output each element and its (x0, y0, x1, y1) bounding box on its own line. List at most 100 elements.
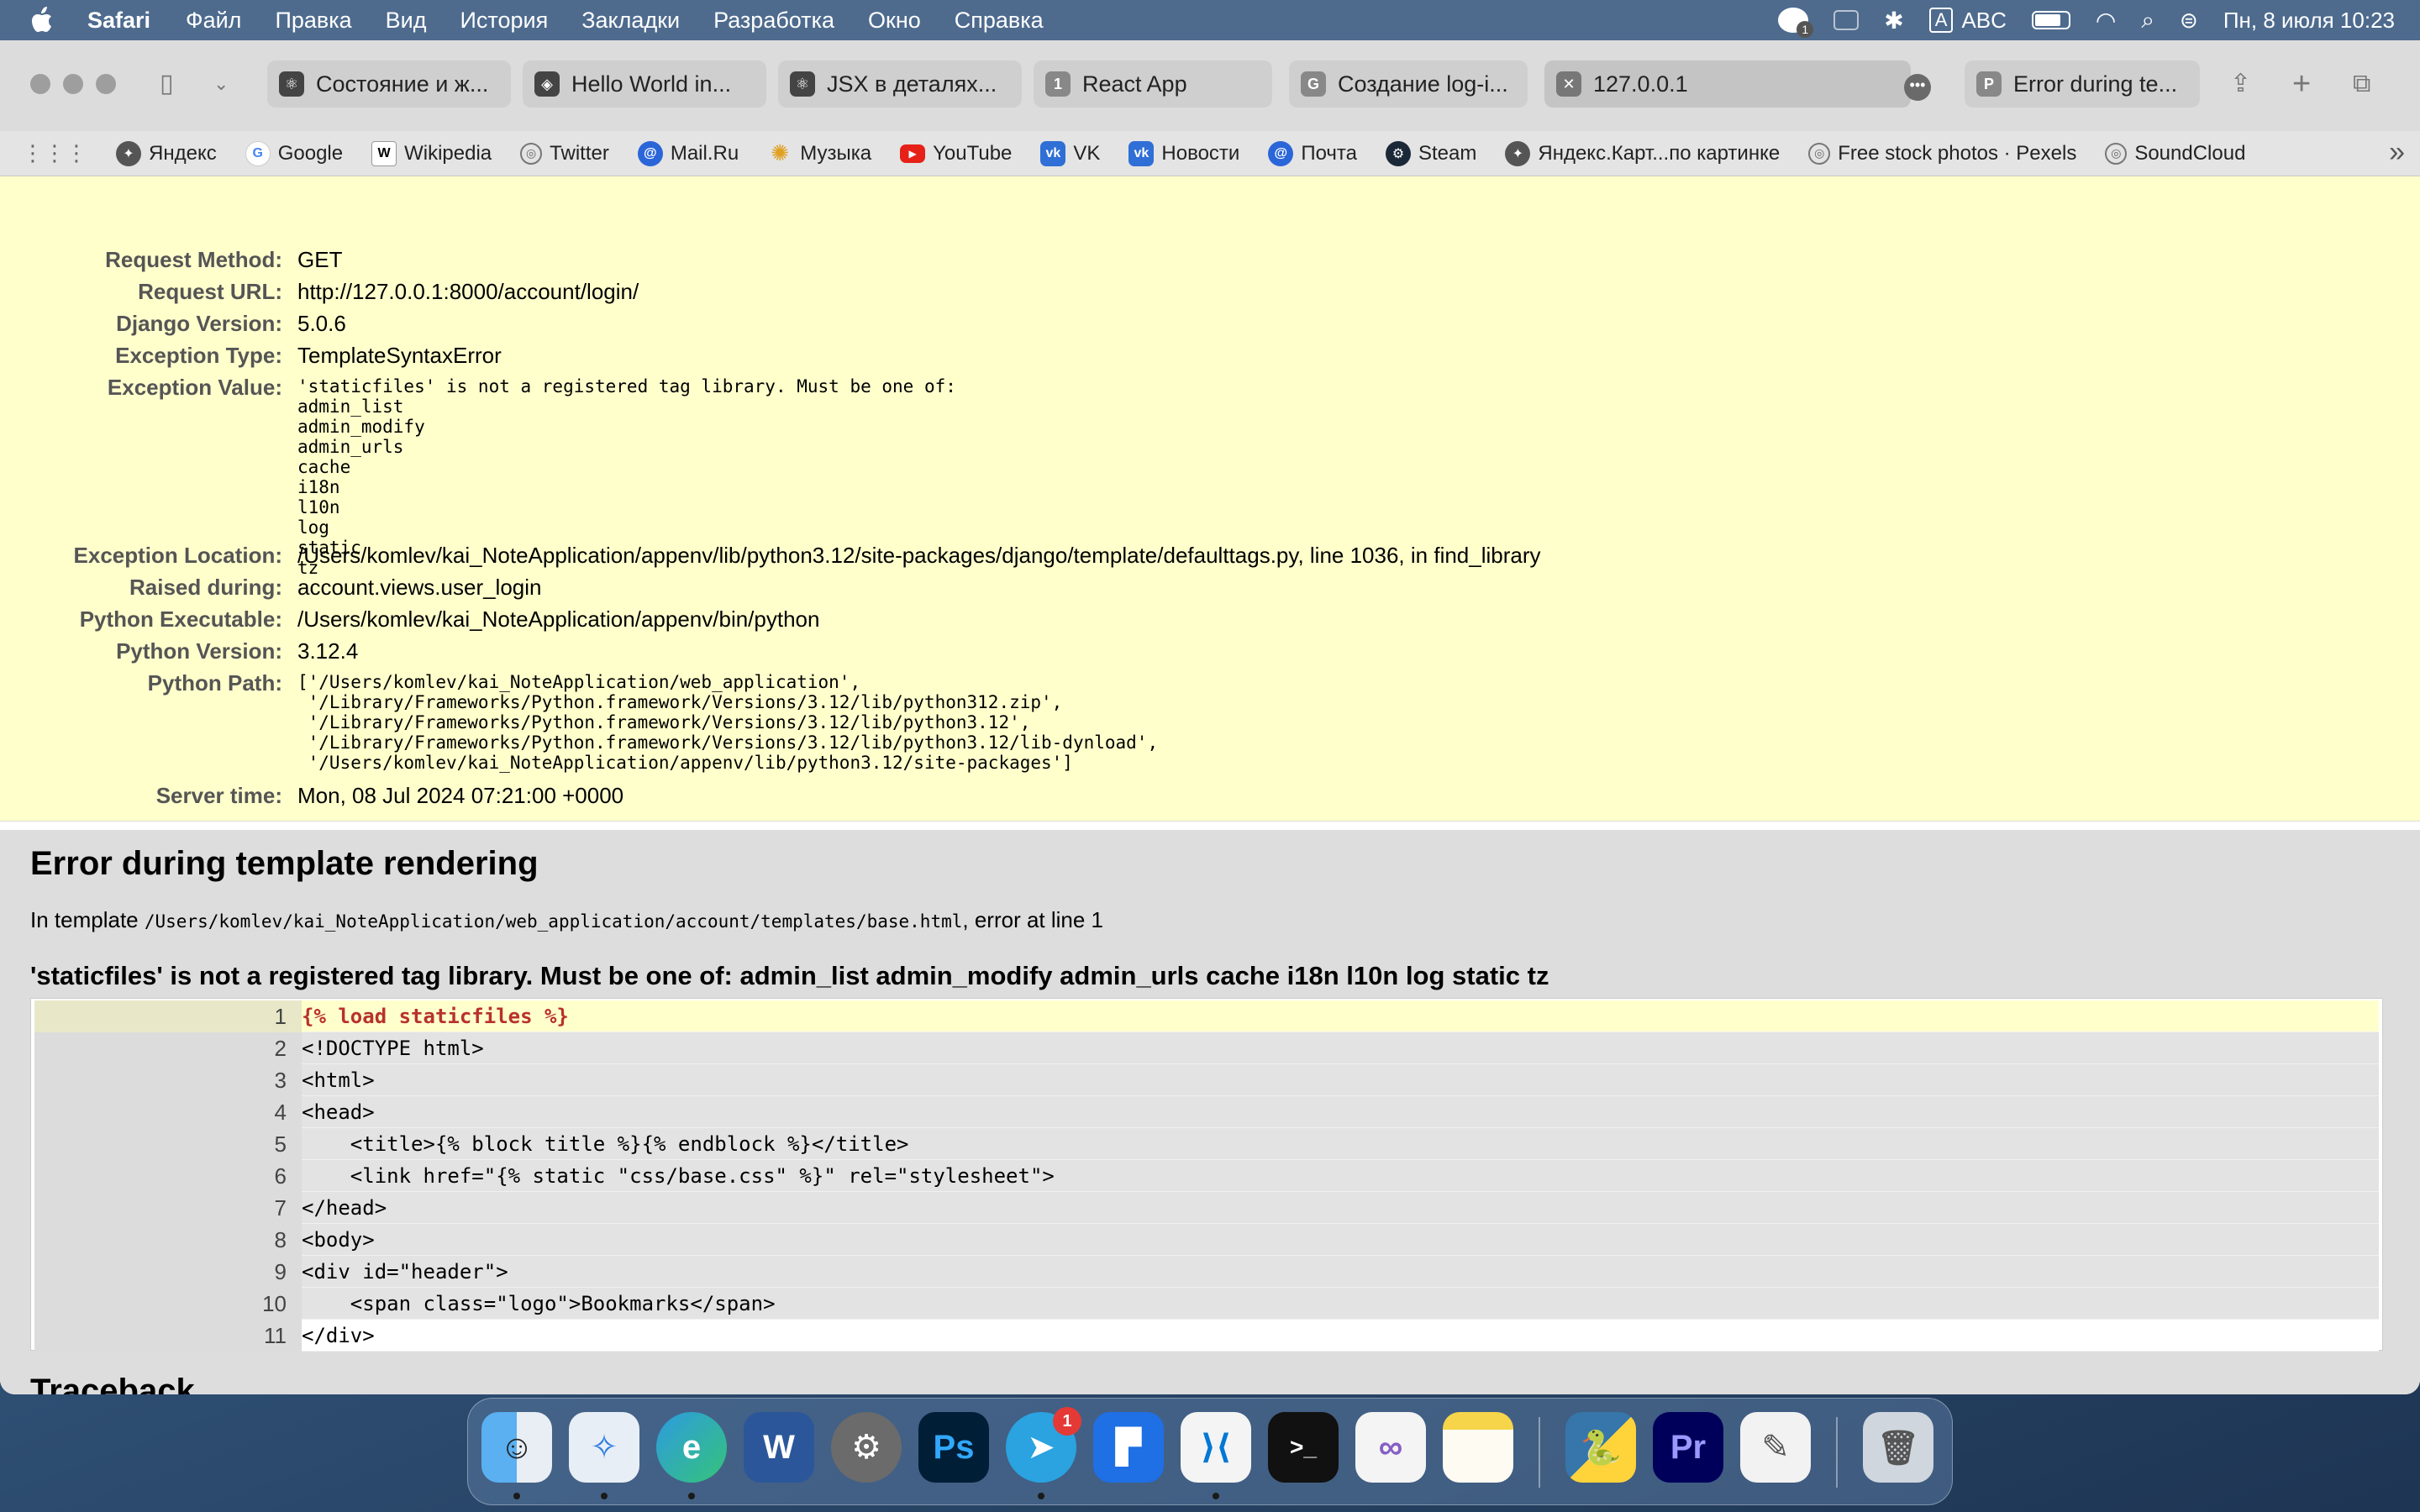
meta-label: Request Method: (105, 247, 282, 272)
bookmark-label: Free stock photos · Pexels (1838, 141, 2077, 165)
menu-edit[interactable]: Правка (275, 8, 351, 34)
bookmark-label: VK (1073, 141, 1101, 165)
bookmark-label: Музыка (800, 141, 872, 165)
line-number: 6 (34, 1160, 302, 1192)
bookmark-vk[interactable]: vk VK (1040, 140, 1101, 166)
bookmark-steam[interactable]: ⚙ Steam (1385, 140, 1476, 166)
meta-label: Python Version: (116, 638, 282, 664)
textedit-icon[interactable]: ✎ (1740, 1412, 1811, 1483)
menu-clock[interactable]: Пн, 8 июля 10:23 (2223, 8, 2395, 34)
meta-row: Server time: Mon, 08 Jul 2024 07:21:00 +0… (0, 781, 2420, 810)
menu-bookmarks[interactable]: Закладки (581, 8, 680, 34)
menu-app-name[interactable]: Safari (87, 8, 150, 34)
line-number: 2 (34, 1032, 302, 1064)
bookmark-music[interactable]: ✺ Музыка (767, 140, 872, 166)
chevron-down-icon[interactable]: ⌄ (213, 67, 229, 101)
tab-more-icon[interactable]: ••• (1904, 74, 1931, 101)
chevron-right-icon[interactable]: » (2389, 136, 2405, 169)
bookmark-label: Wikipedia (404, 141, 492, 165)
tab-overview-icon[interactable]: ⧉ (2353, 67, 2370, 101)
share-icon[interactable]: ⇪ (2230, 67, 2251, 101)
bookmark-youtube[interactable]: ▶ YouTube (900, 142, 1012, 165)
source-line: 3 <html> (34, 1064, 2379, 1096)
mail-icon: @ (1268, 140, 1294, 166)
vk-icon: vk (1128, 140, 1155, 166)
window-zoom-button[interactable] (96, 74, 116, 94)
bookmark-twitter[interactable]: ◎ Twitter (520, 142, 609, 165)
line-number: 4 (34, 1096, 302, 1128)
finder-icon[interactable]: ☺ (481, 1412, 552, 1483)
screen-mirror-icon[interactable] (1833, 10, 1860, 30)
bookmark-yandex[interactable]: ✦ Яндекс (116, 140, 217, 166)
python-icon[interactable]: 🐍 (1565, 1412, 1636, 1483)
safari-icon[interactable]: ✧ (569, 1412, 639, 1483)
bookmark-mail[interactable]: @ Почта (1268, 140, 1357, 166)
telegram-badge: 1 (1053, 1407, 1081, 1436)
window-minimize-button[interactable] (63, 74, 83, 94)
source-line: 9 <div id="header"> (34, 1256, 2379, 1288)
tab-5-active[interactable]: ✕ 127.0.0.1 (1544, 60, 1911, 108)
meta-row: Request URL: http://127.0.0.1:8000/accoun… (0, 277, 2420, 306)
whiteboard-icon[interactable]: ▛ (1093, 1412, 1164, 1483)
close-icon[interactable]: ✕ (1556, 71, 1581, 97)
bookmark-mailru[interactable]: @ Mail.Ru (637, 140, 739, 166)
menu-window[interactable]: Окно (868, 8, 921, 34)
bluetooth-icon[interactable]: ✱ (1884, 7, 1903, 34)
safari-window: ▯ ⌄ ⚛ Состояние и ж... ◈ Hello World in.… (0, 40, 2420, 1394)
meta-label: Server time: (155, 783, 282, 808)
tab-0[interactable]: ⚛ Состояние и ж... (267, 60, 511, 108)
system-settings-icon[interactable]: ⚙ (831, 1412, 902, 1483)
tab-6[interactable]: P Error during te... (1965, 60, 2200, 108)
tab-1[interactable]: ◈ Hello World in... (523, 60, 766, 108)
search-icon[interactable]: ⌕ (2141, 7, 2154, 34)
bookmark-pexels[interactable]: ◎ Free stock photos · Pexels (1808, 142, 2076, 165)
bookmark-soundcloud[interactable]: ◎ SoundCloud (2105, 142, 2245, 165)
bookmark-yandex-maps[interactable]: ✦ Яндекс.Карт...по картинке (1505, 140, 1780, 166)
window-close-button[interactable] (30, 74, 50, 94)
premiere-icon[interactable]: Pr (1653, 1412, 1723, 1483)
yandex-icon: ✦ (1505, 140, 1531, 166)
terminal-icon[interactable]: >_ (1268, 1412, 1339, 1483)
menu-develop[interactable]: Разработка (713, 8, 834, 34)
control-center-icon[interactable]: ⊜ (2180, 8, 2198, 34)
meta-row: Django Version: 5.0.6 (0, 309, 2420, 338)
battery-icon[interactable] (2031, 11, 2070, 29)
input-source-label: ABC (1961, 7, 2007, 33)
bookmark-label: Google (277, 141, 344, 165)
trash-icon[interactable]: 🗑 (1863, 1412, 1933, 1483)
new-tab-icon[interactable]: + (2292, 67, 2311, 101)
source-line: 4 <head> (34, 1096, 2379, 1128)
menu-file[interactable]: Файл (186, 8, 241, 34)
tab-3[interactable]: 1 React App (1034, 60, 1272, 108)
telegram-icon[interactable]: ➤ 1 (1006, 1407, 1081, 1483)
vk-icon: vk (1040, 140, 1066, 166)
bookmark-news[interactable]: vk Новости (1128, 140, 1239, 166)
meta-label: Raised during: (129, 575, 282, 600)
menu-help[interactable]: Справка (955, 8, 1044, 34)
bookmark-google[interactable]: G Google (245, 140, 344, 166)
line-code: <span class="logo">Bookmarks</span> (302, 1288, 2379, 1320)
menu-bar: Safari Файл Правка Вид История Закладки … (0, 0, 2420, 40)
edge-icon[interactable]: e (656, 1412, 727, 1483)
tab-2[interactable]: ⚛ JSX в деталях... (778, 60, 1022, 108)
menu-view[interactable]: Вид (386, 8, 427, 34)
visual-studio-icon[interactable]: ∞ (1355, 1412, 1426, 1483)
tab-4[interactable]: G Создание log-i... (1289, 60, 1528, 108)
apple-icon[interactable] (32, 7, 69, 34)
wifi-icon[interactable]: ◠ (2096, 7, 2116, 34)
line-code: <html> (302, 1064, 2379, 1096)
apps-grid-icon[interactable]: ⋮⋮⋮ (22, 140, 87, 166)
bookmark-wikipedia[interactable]: W Wikipedia (371, 140, 492, 166)
creative-cloud-icon[interactable]: 1 (1778, 8, 1814, 38)
menu-history[interactable]: История (460, 8, 549, 34)
word-icon[interactable]: W (744, 1412, 814, 1483)
react-icon: ⚛ (790, 71, 815, 97)
line-number: 5 (34, 1128, 302, 1160)
sidebar-toggle-icon[interactable]: ▯ (160, 67, 174, 101)
photoshop-icon[interactable]: Ps (918, 1412, 989, 1483)
meta-row: Raised during: account.views.user_login (0, 573, 2420, 601)
notes-icon[interactable] (1443, 1412, 1513, 1483)
meta-row: Exception Location: /Users/komlev/kai_Not… (0, 541, 2420, 570)
vscode-icon[interactable]: ⟩⟨ (1181, 1412, 1251, 1483)
input-source-icon[interactable]: A ABC (1928, 7, 2007, 34)
